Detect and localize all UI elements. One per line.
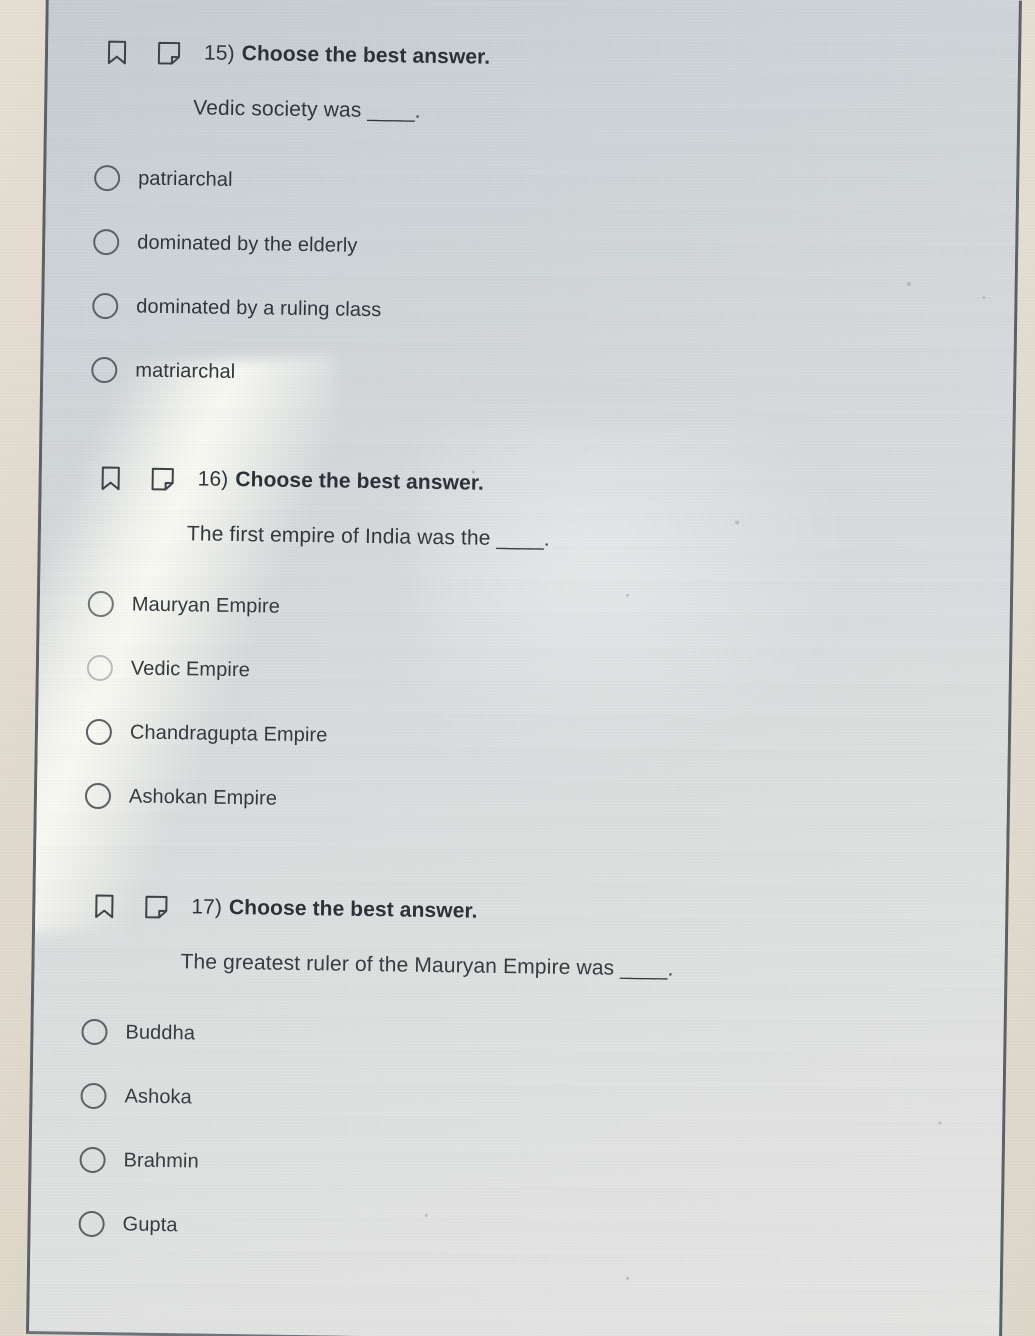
option-row[interactable]: dominated by the elderly [45,220,1016,276]
question-stem: Vedic society was ____. [193,96,421,123]
screen-surface: 15) Choose the best answer. Vedic societ… [26,0,1019,1336]
radio-button[interactable] [93,164,121,192]
option-label: Mauryan Empire [131,592,281,618]
question-header: 15) Choose the best answer. [48,36,1018,80]
question-block: 16) Choose the best answer. The first em… [37,462,1012,830]
note-icon[interactable] [141,892,171,922]
option-row[interactable]: patriarchal [46,156,1017,212]
screen-bezel: 15) Choose the best answer. Vedic societ… [26,0,1022,1336]
bookmark-icon[interactable] [95,463,125,493]
question-number: 16) [197,467,229,491]
option-row[interactable]: Brahmin [31,1138,1002,1194]
option-label: Brahmin [123,1148,199,1173]
bookmark-icon[interactable] [89,891,119,921]
radio-button[interactable] [80,1082,107,1110]
option-label: Ashoka [124,1084,193,1108]
option-row[interactable]: Ashoka [32,1074,1003,1130]
option-label: Gupta [122,1212,178,1236]
radio-button[interactable] [79,1146,106,1174]
option-row[interactable]: Chandragupta Empire [38,710,1009,766]
option-label: Buddha [125,1020,196,1044]
question-block: 15) Choose the best answer. Vedic societ… [43,36,1018,404]
radio-button[interactable] [78,1210,105,1238]
question-block: 17) Choose the best answer. The greatest… [30,890,1005,1258]
option-row[interactable]: Buddha [33,1010,1004,1066]
option-label: dominated by the elderly [137,231,358,257]
option-row[interactable]: Ashokan Empire [37,774,1008,830]
option-row[interactable]: dominated by a ruling class [44,284,1015,340]
bookmark-icon[interactable] [102,37,132,67]
option-label: Vedic Empire [130,656,251,681]
dust-speck [625,1276,629,1280]
question-instruction: Choose the best answer. [235,468,485,495]
question-stem: The greatest ruler of the Mauryan Empire… [180,950,674,981]
radio-button[interactable] [92,292,119,320]
photo-of-screen: 15) Choose the best answer. Vedic societ… [0,0,1035,1336]
option-label: matriarchal [135,359,236,383]
question-number: 17) [191,895,223,919]
option-label: patriarchal [137,167,233,191]
option-row[interactable]: Gupta [30,1202,1001,1258]
question-stem: The first empire of India was the ____. [186,522,551,551]
radio-button[interactable] [91,356,118,384]
option-row[interactable]: Vedic Empire [39,646,1010,702]
options-list: Buddha Ashoka Brahmin Gupta [30,1010,1003,1258]
option-row[interactable]: Mauryan Empire [40,582,1011,638]
option-label: Chandragupta Empire [129,720,328,746]
option-row[interactable]: matriarchal [43,348,1014,404]
options-list: patriarchal dominated by the elderly dom… [43,156,1016,404]
question-instruction: Choose the best answer. [241,42,491,69]
note-icon[interactable] [147,464,177,494]
note-icon[interactable] [154,38,184,68]
radio-button[interactable] [85,718,113,746]
quiz-content: 15) Choose the best answer. Vedic societ… [30,0,1019,1258]
radio-button[interactable] [86,654,114,682]
radio-button[interactable] [84,782,112,810]
options-list: Mauryan Empire Vedic Empire Chandragupta… [37,582,1010,830]
question-instruction: Choose the best answer. [228,895,478,923]
question-header: 16) Choose the best answer. [41,462,1011,506]
radio-button[interactable] [87,590,115,618]
option-label: dominated by a ruling class [136,295,382,321]
radio-button[interactable] [81,1018,108,1046]
radio-button[interactable] [93,228,120,256]
question-number: 15) [203,41,235,65]
question-header: 17) Choose the best answer. [35,890,1005,934]
option-label: Ashokan Empire [128,784,278,810]
